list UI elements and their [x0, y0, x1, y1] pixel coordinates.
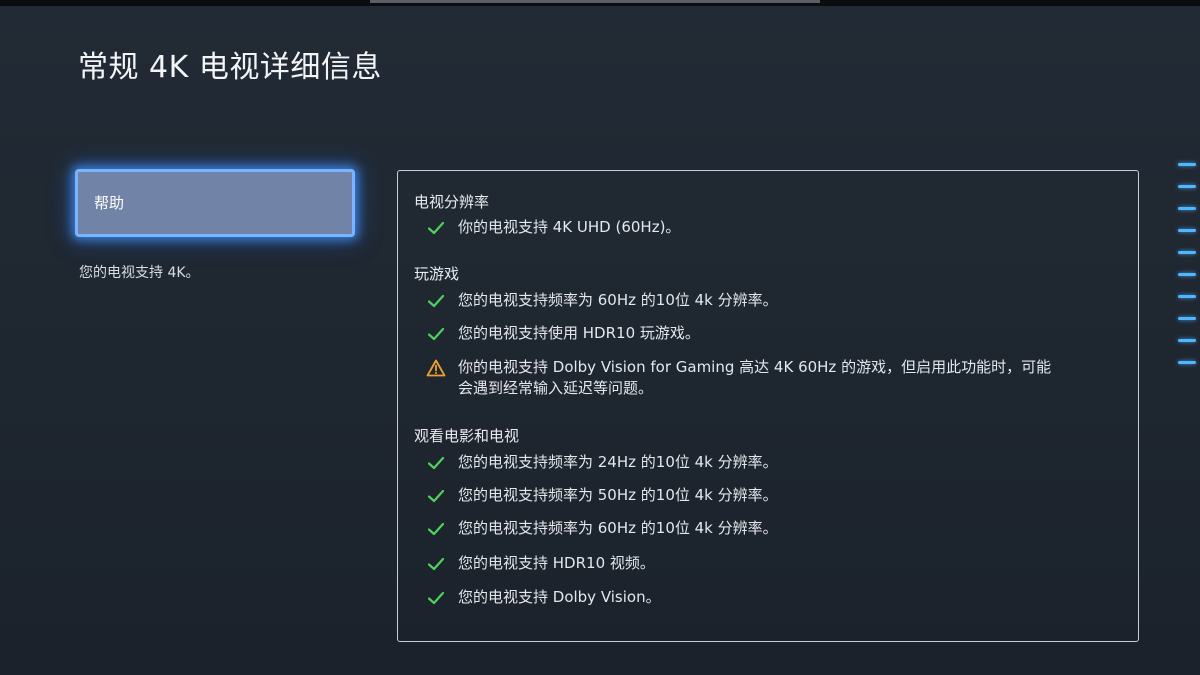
list-item: 您的电视支持频率为 50Hz 的10位 4k 分辨率。: [426, 485, 1098, 506]
section-title-gaming: 玩游戏: [414, 265, 460, 283]
section-title-resolution: 电视分辨率: [414, 193, 490, 211]
gaming-item-text: 您的电视支持频率为 60Hz 的10位 4k 分辨率。: [458, 291, 778, 309]
list-item: 您的电视支持频率为 60Hz 的10位 4k 分辨率。: [426, 518, 1098, 539]
check-icon: [427, 294, 445, 308]
check-icon: [427, 327, 445, 341]
scrollbar[interactable]: [1172, 155, 1200, 455]
list-item: 您的电视支持 Dolby Vision。: [426, 587, 1098, 608]
check-icon: [427, 557, 445, 571]
list-item: 您的电视支持 HDR10 视频。: [426, 553, 1098, 574]
movies-item-text: 您的电视支持频率为 60Hz 的10位 4k 分辨率。: [458, 519, 778, 537]
check-icon: [427, 591, 445, 605]
check-icon: [427, 489, 445, 503]
tv-screen: 常规 4K 电视详细信息 帮助 您的电视支持 4K。 电视分辨率 你的电视支持 …: [0, 0, 1200, 675]
list-item: 你的电视支持 4K UHD (60Hz)。: [426, 217, 1098, 238]
check-icon: [427, 456, 445, 470]
check-icon: [427, 522, 445, 536]
movies-item-text: 您的电视支持 Dolby Vision。: [458, 588, 661, 606]
section-title-movies: 观看电影和电视: [414, 427, 520, 445]
list-item: 您的电视支持使用 HDR10 玩游戏。: [426, 323, 1098, 344]
tv-bezel-notch: [370, 0, 820, 3]
check-icon: [427, 221, 445, 235]
list-item: 你的电视支持 Dolby Vision for Gaming 高达 4K 60H…: [426, 357, 1058, 399]
warning-icon: [426, 359, 446, 377]
list-item: 您的电视支持频率为 24Hz 的10位 4k 分辨率。: [426, 452, 1098, 473]
movies-item-text: 您的电视支持频率为 50Hz 的10位 4k 分辨率。: [458, 486, 778, 504]
movies-item-text: 您的电视支持频率为 24Hz 的10位 4k 分辨率。: [458, 453, 778, 471]
help-button[interactable]: 帮助: [75, 169, 355, 237]
list-item: 您的电视支持频率为 60Hz 的10位 4k 分辨率。: [426, 290, 1098, 311]
page-title: 常规 4K 电视详细信息: [78, 50, 382, 85]
help-description: 您的电视支持 4K。: [79, 265, 200, 281]
details-panel: 电视分辨率 你的电视支持 4K UHD (60Hz)。 玩游戏 您的电视支持频率…: [397, 170, 1139, 642]
gaming-item-text: 你的电视支持 Dolby Vision for Gaming 高达 4K 60H…: [458, 358, 1052, 397]
gaming-item-text: 您的电视支持使用 HDR10 玩游戏。: [458, 324, 700, 342]
resolution-item-text: 你的电视支持 4K UHD (60Hz)。: [458, 218, 681, 236]
movies-item-text: 您的电视支持 HDR10 视频。: [458, 554, 655, 572]
